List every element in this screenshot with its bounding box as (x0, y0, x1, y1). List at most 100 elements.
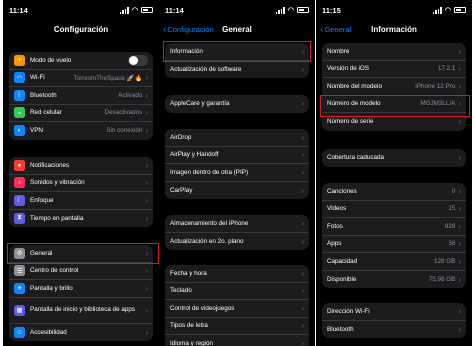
moon-icon: ☾ (14, 194, 25, 206)
general-row-idioma-y-region[interactable]: Idioma y región › (165, 335, 309, 346)
general-row-teclado[interactable]: Teclado › (165, 283, 309, 300)
settings-row-centro-de-control[interactable]: ☰ Centro de control › (9, 263, 153, 280)
general-row-airdrop[interactable]: AirDrop › (165, 129, 309, 147)
info-row-numero-de-serie[interactable]: Número de serie › (322, 113, 466, 131)
chevron-right-icon: › (458, 153, 461, 163)
settings-row-notificaciones[interactable]: ● Notificaciones › (9, 157, 153, 175)
row-label: Pantalla de inicio y biblioteca de apps (30, 305, 136, 313)
row-value: Desactivados (104, 109, 143, 117)
settings-row-accesibilidad[interactable]: ☺ Accesibilidad › (9, 324, 153, 342)
gear-icon: ⚙ (14, 247, 25, 259)
system-group: ⚙ General › ☰ Centro de control › ☀ Pantalla y … (9, 245, 153, 341)
settings-row-tiempo-en-pantalla[interactable]: ⧗ Tiempo en pantalla › (9, 210, 153, 228)
info-row-apps[interactable]: Apps 38 › (322, 236, 466, 253)
info-row-nombre-del-modelo[interactable]: Nombre del modelo iPhone 12 Pro › (322, 78, 466, 96)
nav-bar: ‹ Configuración General (159, 20, 315, 38)
network-group: Dirección Wi-Fi › Bluetooth › (322, 303, 466, 338)
wifi-icon: ◠ (14, 72, 25, 84)
battery-icon (297, 7, 309, 13)
settings-row-pantalla-de-inicio-y-biblioteca-de-apps[interactable]: ▦ Pantalla de inicio y biblioteca de apps… (9, 298, 153, 324)
chevron-right-icon: › (458, 46, 461, 56)
info-row-fotos[interactable]: Fotos 928 › (322, 218, 466, 236)
row-value: 75,98 GB (428, 275, 456, 283)
status-bar: 11:14 ◠ (3, 0, 159, 20)
screenshot-collage: 11:14 ◠ Configuración ✈ Modo de vuelo ◠ Wi-… (0, 0, 474, 346)
chevron-right-icon: › (145, 73, 148, 83)
status-time: 11:14 (165, 5, 184, 15)
row-label: Dirección Wi-Fi (327, 307, 370, 315)
page-title: Configuración (53, 24, 109, 34)
chevron-right-icon: › (458, 239, 461, 249)
home-grid-icon: ▦ (14, 304, 25, 316)
chevron-right-icon: › (458, 274, 461, 284)
vpn-icon: ◐ (14, 125, 25, 137)
row-value: 15 (448, 205, 456, 213)
info-row-nombre[interactable]: Nombre › (322, 43, 466, 61)
general-row-control-de-videojuegos[interactable]: Control de videojuegos › (165, 300, 309, 318)
status-bar: 11:14 ◠ (159, 0, 315, 20)
settings-row-vpn[interactable]: ◐ VPN Sin conexión › (9, 122, 153, 140)
general-row-fecha-y-hora[interactable]: Fecha y hora › (165, 265, 309, 283)
settings-row-sonidos-y-vibracion[interactable]: ♪ Sonidos y vibración › (9, 175, 153, 192)
chevron-left-icon: ‹ (163, 23, 167, 35)
info-row-cobertura-caducada[interactable]: Cobertura caducada › (322, 149, 466, 167)
general-row-airplay-y-handoff[interactable]: AirPlay y Handoff › (165, 147, 309, 164)
info-row-canciones[interactable]: Canciones 0 › (322, 183, 466, 201)
row-label: Fecha y hora (170, 269, 207, 277)
media-stats-group: Canciones 0 › Videos 15 › Fotos 928 › Apps 38 › Capa… (322, 183, 466, 288)
signal-icon (432, 6, 442, 14)
chevron-right-icon: › (145, 266, 148, 276)
chevron-right-icon: › (301, 132, 304, 142)
back-button[interactable]: ‹ Configuración (163, 20, 214, 38)
row-label: Bluetooth (327, 325, 354, 333)
general-row-tipos-de-letra[interactable]: Tipos de letra › (165, 318, 309, 335)
brightness-icon: ☀ (14, 282, 25, 294)
general-row-almacenamiento-del-iphone[interactable]: Almacenamiento del iPhone › (165, 215, 309, 233)
settings-row-general[interactable]: ⚙ General › (9, 245, 153, 263)
row-label: Actualización de software (170, 65, 242, 73)
info-row-videos[interactable]: Videos 15 › (322, 201, 466, 218)
chevron-right-icon: › (145, 160, 148, 170)
about-screen: 11:15 ◠ ‹ General Información Nombre › Vers… (316, 0, 472, 346)
row-label: Nombre (327, 47, 350, 55)
settings-row-red-celular[interactable]: ⌁ Red celular Desactivados › (9, 105, 153, 122)
info-row-numero-de-modelo[interactable]: Número de modelo MGJM3LL/A › (322, 96, 466, 113)
battery-icon (454, 7, 466, 13)
page-title: General (222, 24, 252, 34)
row-label: Tipos de letra (170, 322, 208, 330)
info-row-bluetooth[interactable]: Bluetooth › (322, 321, 466, 339)
airplane-mode-toggle[interactable] (128, 54, 148, 66)
battery-icon (141, 7, 153, 13)
info-row-version-de-ios[interactable]: Versión de iOS 17.2.1 › (322, 61, 466, 78)
chevron-right-icon: › (301, 46, 304, 56)
notifications-group: ● Notificaciones › ♪ Sonidos y vibración › ☾ En… (9, 157, 153, 227)
general-row-imagen-dentro-de-otra-pip[interactable]: Imagen dentro de otra (PIP) › (165, 164, 309, 182)
row-value: iPhone 12 Pro (415, 82, 456, 90)
row-value: MGJM3LL/A (420, 100, 456, 108)
row-label: Actualización en 2o. plano (170, 237, 244, 245)
settings-row-wi-fi[interactable]: ◠ Wi-Fi TorresInTheSpace 🚀🔥 › (9, 70, 153, 87)
row-value: 928 (444, 222, 456, 230)
signal-icon (119, 6, 129, 14)
general-row-carplay[interactable]: CarPlay › (165, 182, 309, 200)
coverage-group: Cobertura caducada › (322, 149, 466, 167)
general-row-informacion[interactable]: Información › (165, 43, 309, 61)
info-row-direccion-wi-fi[interactable]: Dirección Wi-Fi › (322, 303, 466, 321)
settings-row-pantalla-y-brillo[interactable]: ☀ Pantalla y brillo › (9, 280, 153, 298)
row-label: Notificaciones (30, 161, 70, 169)
general-row-actualizacion-de-software[interactable]: Actualización de software › (165, 61, 309, 79)
settings-row-bluetooth[interactable]: ᛒ Bluetooth Activado › (9, 87, 153, 105)
settings-row-enfoque[interactable]: ☾ Enfoque › (9, 192, 153, 210)
general-row-applecare-y-garantia[interactable]: AppleCare y garantía › (165, 95, 309, 113)
row-label: General (30, 249, 53, 257)
general-row-actualizacion-en-2o-plano[interactable]: Actualización en 2o. plano › (165, 233, 309, 251)
row-value: 17.2.1 (437, 65, 456, 73)
accessibility-icon: ☺ (14, 326, 25, 338)
back-button[interactable]: ‹ General (320, 20, 351, 38)
info-row-capacidad[interactable]: Capacidad 128 GB › (322, 253, 466, 271)
chevron-right-icon: › (145, 213, 148, 223)
row-label: Pantalla y brillo (30, 284, 73, 292)
info-row-disponible[interactable]: Disponible 75,98 GB › (322, 271, 466, 289)
settings-row-modo-de-vuelo[interactable]: ✈ Modo de vuelo (9, 52, 153, 70)
chevron-right-icon: › (145, 283, 148, 293)
